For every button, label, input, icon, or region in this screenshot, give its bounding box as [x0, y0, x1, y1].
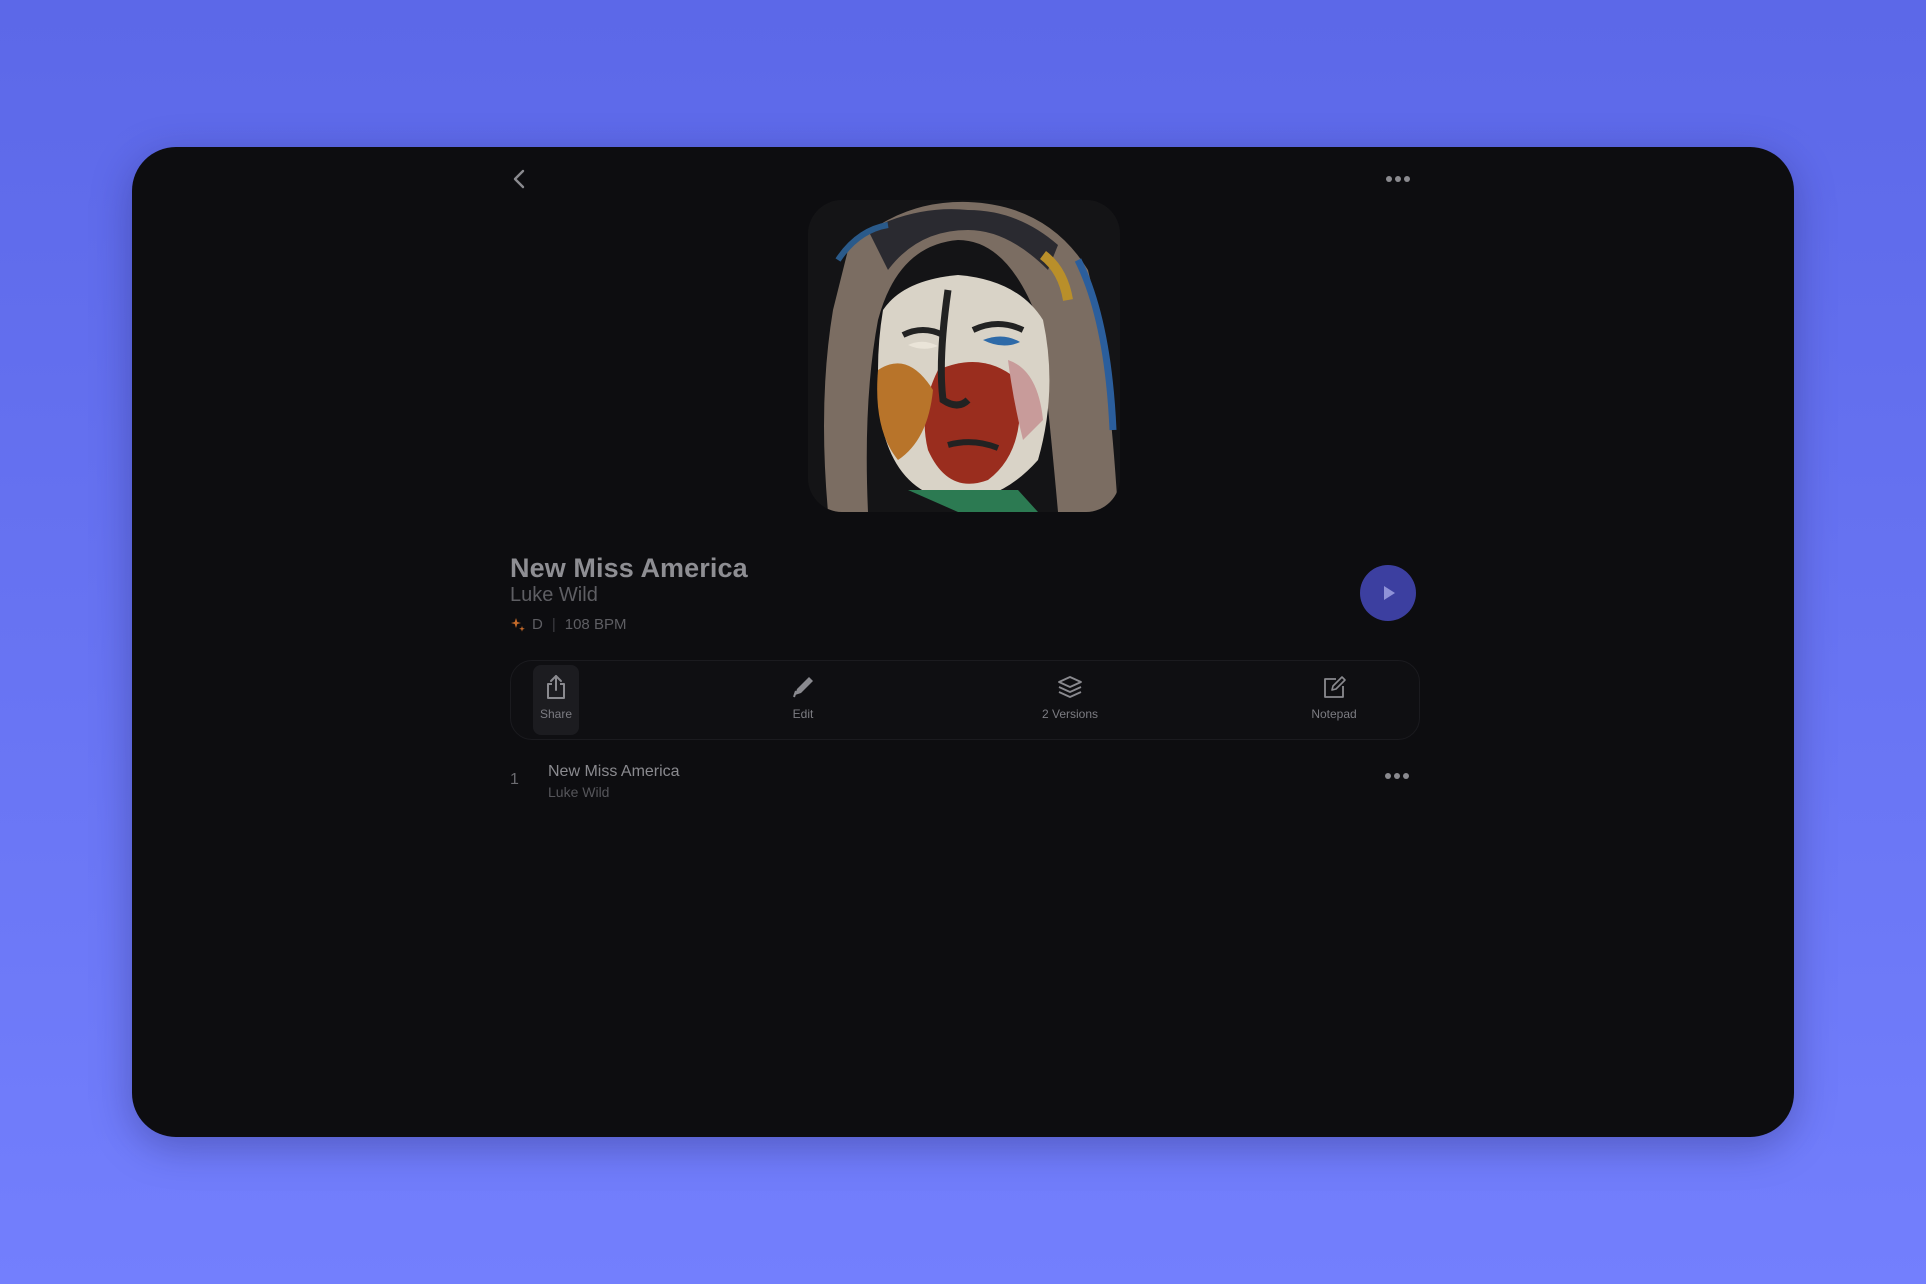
more-options-button[interactable]	[1378, 167, 1418, 191]
song-key: D	[532, 616, 543, 633]
versions-button[interactable]: 2 Versions	[1025, 665, 1115, 735]
track-title: New Miss America	[548, 763, 680, 780]
track-number: 1	[510, 771, 519, 788]
play-button[interactable]	[1360, 565, 1416, 621]
edit-button[interactable]: Edit	[773, 665, 833, 735]
track-more-button[interactable]	[1377, 764, 1417, 788]
share-button[interactable]: Share	[533, 665, 579, 735]
share-label: Share	[539, 707, 573, 721]
back-button[interactable]	[502, 161, 538, 197]
layers-icon	[1058, 676, 1082, 698]
app-window: New Miss America Luke Wild D | 108 BPM S…	[132, 147, 1794, 1137]
song-tempo: 108 BPM	[564, 616, 627, 633]
versions-label: 2 Versions	[1041, 707, 1099, 721]
notepad-button[interactable]: Notepad	[1299, 665, 1369, 735]
chevron-left-icon	[513, 169, 525, 189]
edit-label: Edit	[792, 707, 814, 721]
notepad-label: Notepad	[1311, 707, 1357, 721]
sparkle-icon	[511, 617, 525, 632]
ellipsis-icon	[1386, 176, 1410, 182]
meta-separator: |	[551, 616, 556, 633]
ellipsis-icon	[1385, 773, 1409, 779]
song-title: New Miss America	[510, 553, 748, 583]
action-toolbar: Share Edit 2 Versions Notepad	[510, 660, 1420, 740]
song-artist: Luke Wild	[510, 584, 598, 606]
track-artist: Luke Wild	[548, 784, 610, 800]
notepad-icon	[1324, 676, 1346, 698]
pencil-icon	[793, 677, 813, 698]
play-icon	[1384, 586, 1395, 600]
song-meta: D | 108 BPM	[510, 616, 626, 633]
album-artwork	[808, 200, 1120, 512]
share-icon	[547, 675, 565, 699]
